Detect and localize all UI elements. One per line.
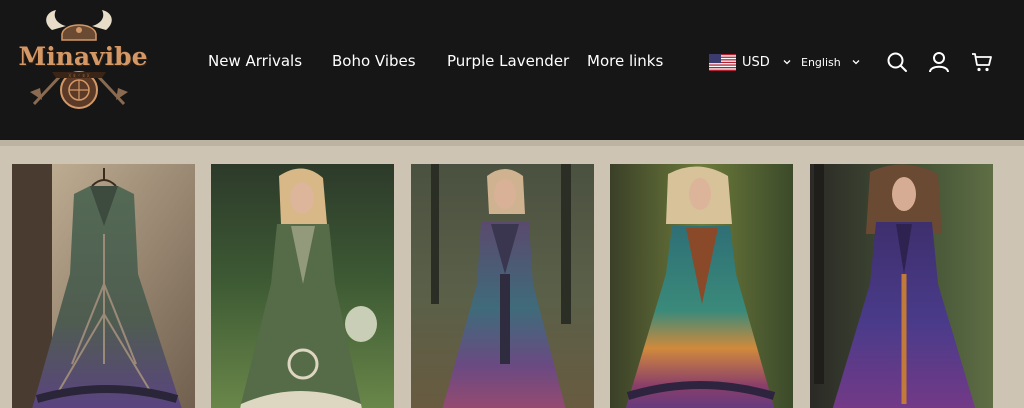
- nav-new-arrivals[interactable]: New Arrivals: [208, 52, 302, 70]
- currency-selector[interactable]: USD: [709, 52, 792, 72]
- nav-boho-vibes[interactable]: Boho Vibes: [332, 52, 416, 70]
- brand-name: Minavibe: [18, 42, 148, 71]
- account-icon[interactable]: [927, 50, 951, 74]
- nav-purple-lavender[interactable]: Purple Lavender: [447, 52, 569, 70]
- nav-more-links[interactable]: More links: [587, 52, 663, 70]
- svg-text:ᚷ ᛟ ᚲ ᛟ ᚷ: ᚷ ᛟ ᚲ ᛟ ᚷ: [68, 73, 89, 79]
- chevron-down-icon: [852, 60, 860, 65]
- product-image: [810, 164, 993, 408]
- currency-label: USD: [742, 54, 770, 70]
- product-image: [211, 164, 394, 408]
- product-card-5[interactable]: [810, 164, 993, 408]
- gallery-top-strip: [0, 140, 1024, 146]
- brand-logo[interactable]: ᚷ ᛟ ᚲ ᛟ ᚷ Minavibe: [12, 8, 147, 118]
- product-image: [411, 164, 594, 408]
- product-card-4[interactable]: [610, 164, 793, 408]
- language-selector[interactable]: English: [801, 53, 861, 71]
- search-icon[interactable]: [885, 50, 909, 74]
- chevron-down-icon: [783, 60, 791, 65]
- language-label: English: [801, 55, 841, 69]
- product-card-3[interactable]: [411, 164, 594, 408]
- product-image: [610, 164, 793, 408]
- product-card-2[interactable]: [211, 164, 394, 408]
- product-card-1[interactable]: [12, 164, 195, 408]
- product-gallery: [0, 140, 1024, 408]
- cart-icon[interactable]: [970, 50, 994, 74]
- product-image: [12, 164, 195, 408]
- us-flag-icon: [709, 53, 736, 71]
- site-header: ᚷ ᛟ ᚲ ᛟ ᚷ Minavibe New Arrivals Boho Vib…: [0, 0, 1024, 140]
